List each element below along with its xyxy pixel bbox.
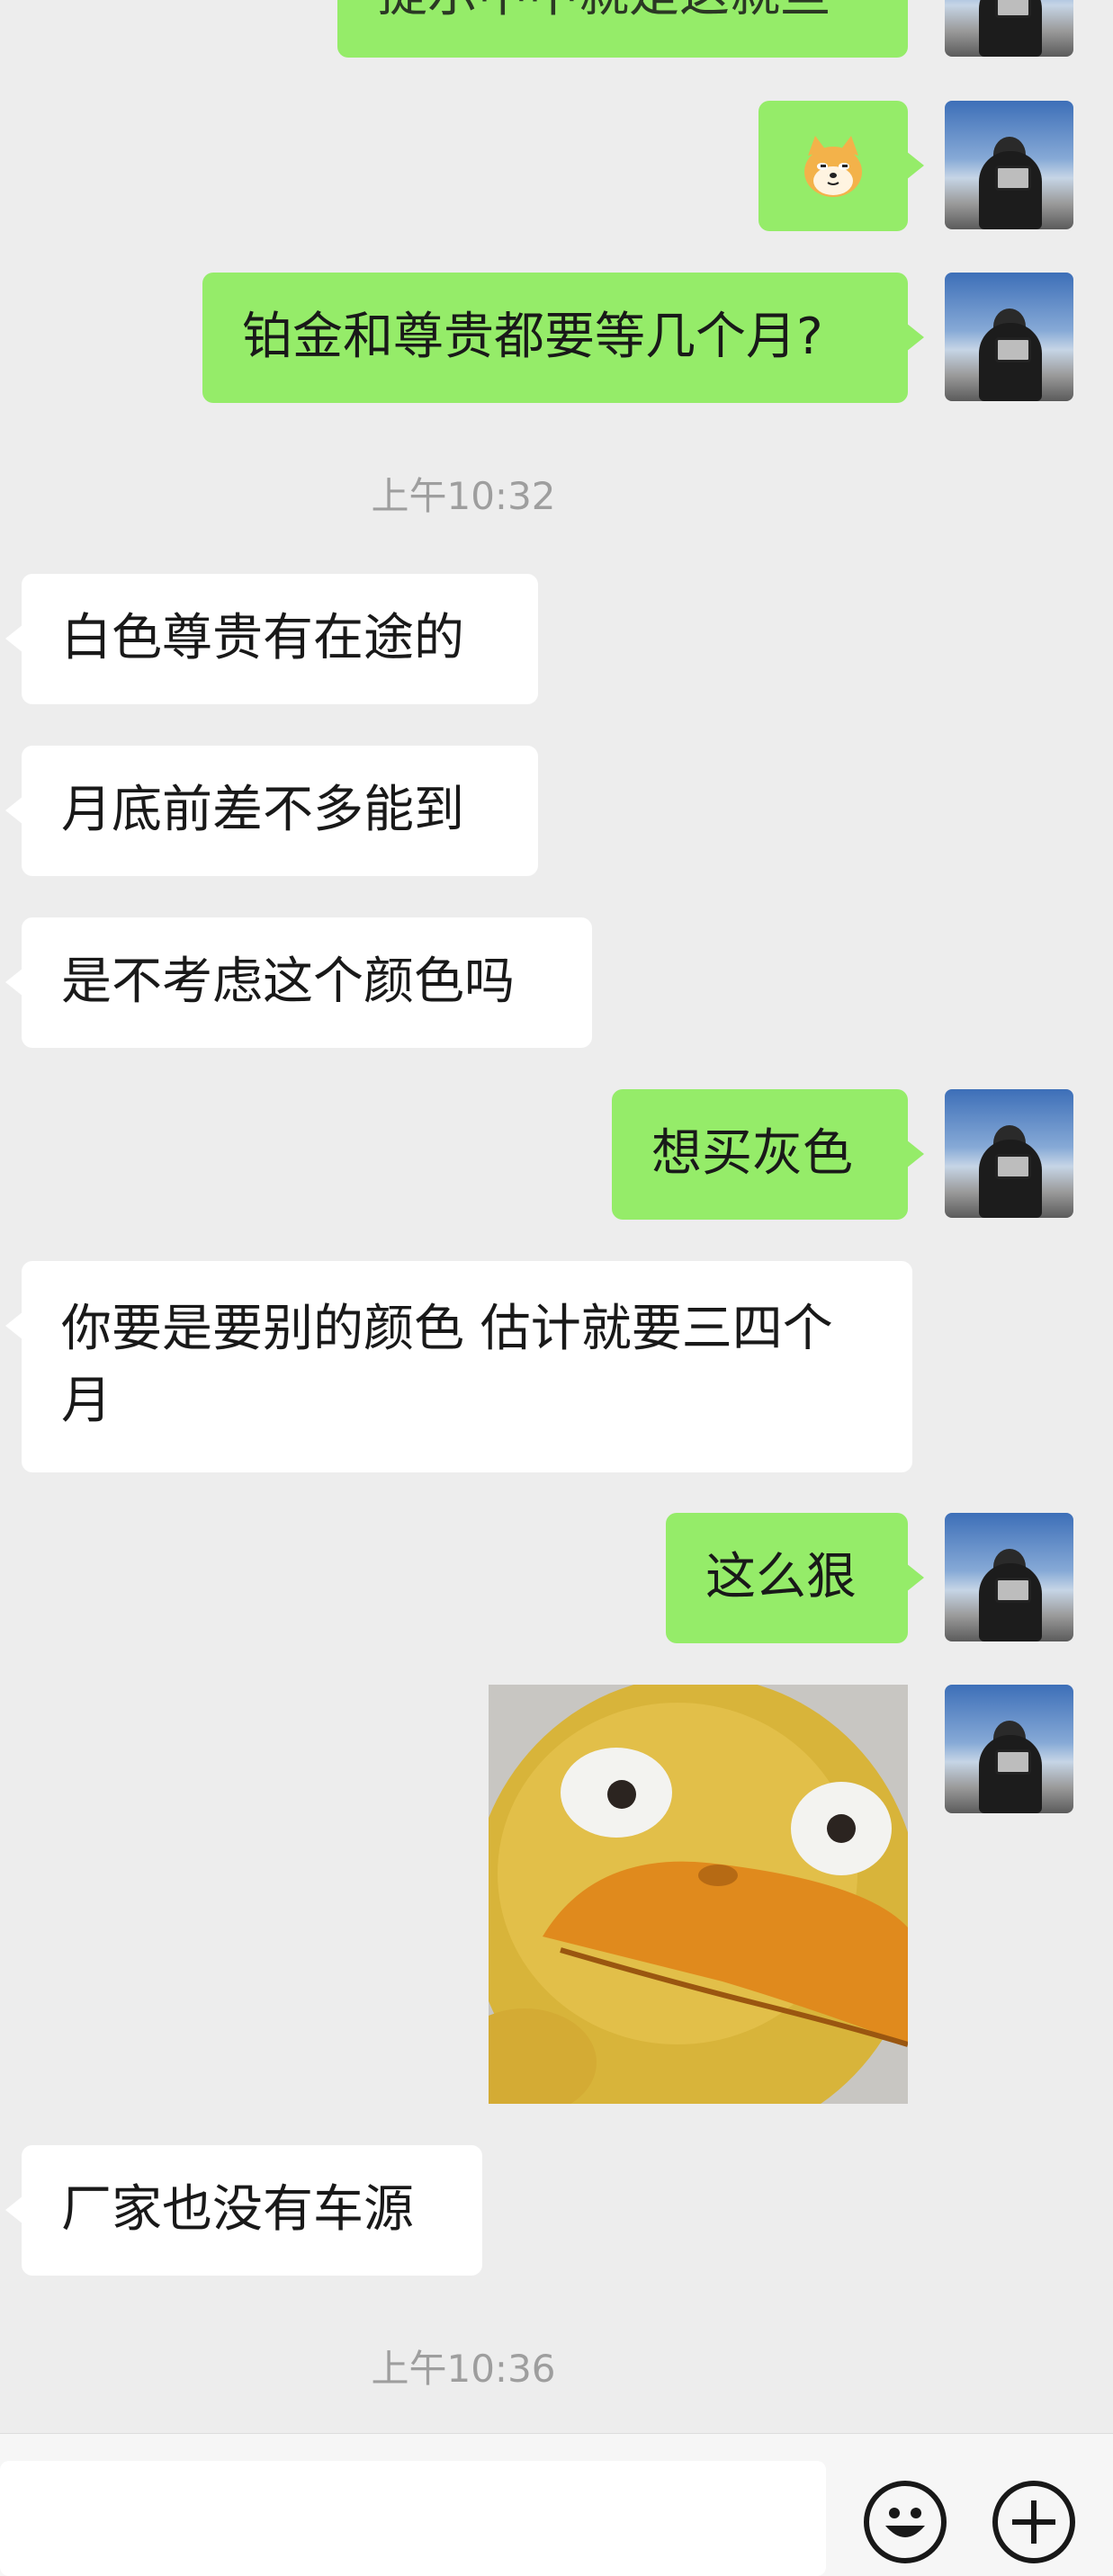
message-input[interactable] [0,2461,826,2576]
message-timestamp: 上午10:32 [371,474,556,518]
message-text: 提示中中就是这就些 [377,0,830,23]
chat-area[interactable]: 提示中中就是这就些 铂金和尊贵都要等几个月? 上午10:32 白色尊贵有在途的 [0,0,1113,2433]
message-bubble-received[interactable]: 月底前差不多能到 [5,746,538,876]
my-avatar[interactable] [945,1513,1073,1641]
message-text: 你要是要别的颜色 估计就要三四个月 [61,1300,833,1430]
plus-icon[interactable] [992,2481,1075,2563]
message-timestamp: 上午10:36 [371,2347,556,2391]
message-text: 是不考虑这个颜色吗 [61,953,515,1011]
chat-input-bar [0,2433,1113,2576]
my-avatar[interactable] [945,1685,1073,1813]
smiley-icon[interactable] [864,2481,947,2563]
message-bubble-sent[interactable]: 想买灰色 [612,1089,924,1220]
my-avatar[interactable] [945,101,1073,229]
message-text: 想买灰色 [651,1124,853,1183]
message-bubble-received[interactable]: 你要是要别的颜色 估计就要三四个月 [5,1261,912,1472]
message-text: 白色尊贵有在途的 [61,609,464,667]
message-text: 月底前差不多能到 [61,781,464,839]
message-bubble-sent[interactable]: 这么狠 [666,1513,924,1643]
my-avatar[interactable] [945,273,1073,401]
my-avatar[interactable] [945,0,1073,57]
my-avatar[interactable] [945,1089,1073,1218]
shiba-dog-emoji [804,135,862,197]
message-text: 厂家也没有车源 [61,2180,414,2239]
message-bubble-received[interactable]: 白色尊贵有在途的 [5,574,538,704]
message-bubble-received[interactable]: 是不考虑这个颜色吗 [5,917,592,1048]
message-bubble-received[interactable]: 厂家也没有车源 [5,2145,482,2276]
message-bubble-sent[interactable]: 提示中中就是这就些 [337,0,908,58]
message-text: 铂金和尊贵都要等几个月? [242,308,823,366]
psyduck-sticker[interactable] [489,1685,908,2104]
message-text: 这么狠 [705,1548,857,1606]
message-bubble-sent-emoji[interactable] [758,101,924,231]
message-bubble-sent[interactable]: 铂金和尊贵都要等几个月? [202,273,924,403]
